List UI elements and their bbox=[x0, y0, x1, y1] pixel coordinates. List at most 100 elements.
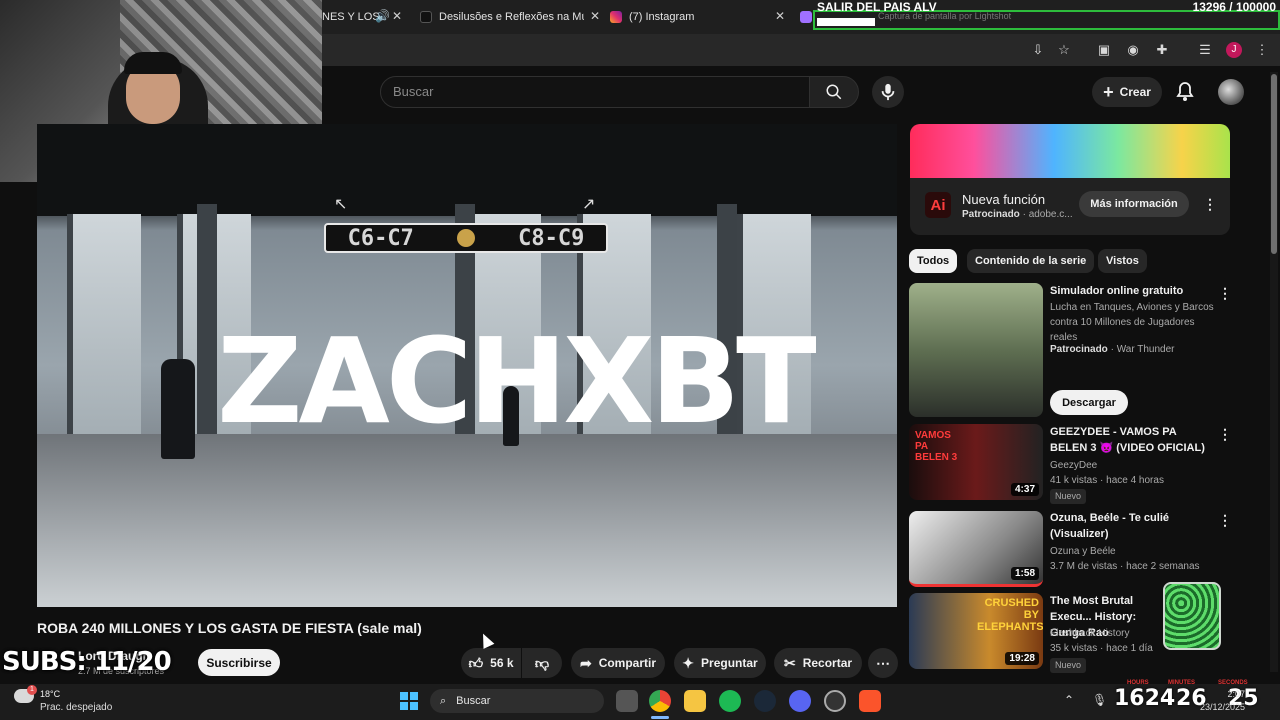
search-input[interactable] bbox=[380, 76, 810, 108]
subscribe-button[interactable]: Suscribirse bbox=[198, 649, 280, 676]
more-vert-icon[interactable]: ⋮ bbox=[1203, 195, 1217, 213]
rec-title[interactable]: Ozuna, Beéle - Te culié (Visualizer) bbox=[1050, 510, 1210, 542]
chevron-up-icon[interactable]: ⌃ bbox=[1064, 693, 1074, 707]
more-vert-icon[interactable]: ⋮ bbox=[1218, 284, 1232, 302]
arrow-up-right-icon: ↗ bbox=[582, 196, 596, 213]
plus-icon: + bbox=[1103, 81, 1114, 102]
system-time: 2:07 bbox=[1227, 689, 1246, 699]
close-icon[interactable]: ✕ bbox=[392, 9, 402, 23]
arrow-up-left-icon: ↖ bbox=[334, 196, 348, 213]
rec-title[interactable]: GEEZYDEE - VAMOS PA BELEN 3 👿 (VIDEO OFI… bbox=[1050, 424, 1210, 456]
ask-label: Preguntar bbox=[701, 656, 758, 670]
gate-sign: C6-C7 C8-C9 bbox=[324, 223, 608, 253]
windows-start-icon[interactable] bbox=[400, 692, 418, 710]
search-button[interactable] bbox=[809, 76, 859, 108]
more-vert-icon[interactable]: ⋮ bbox=[1218, 425, 1232, 443]
spotify-icon[interactable] bbox=[719, 690, 741, 712]
chrome-icon[interactable] bbox=[649, 690, 671, 712]
stream-subs-overlay: SUBS: 11/20 bbox=[2, 647, 172, 677]
ad-banner-image[interactable] bbox=[910, 124, 1230, 178]
page-scrollbar-thumb[interactable] bbox=[1271, 74, 1277, 254]
extension-icon[interactable]: ◉ bbox=[1125, 42, 1141, 58]
windows-taskbar bbox=[0, 684, 1280, 720]
like-button[interactable]: 👍︎ 56 k bbox=[461, 648, 521, 678]
ad-more-info-button[interactable]: Más información bbox=[1079, 191, 1189, 217]
obs-icon[interactable] bbox=[824, 690, 846, 712]
bookmark-star-icon[interactable]: ☆ bbox=[1056, 42, 1072, 58]
more-vert-icon[interactable]: ⋮ bbox=[1218, 511, 1232, 529]
search-icon: ⌕ bbox=[440, 694, 447, 707]
file-explorer-icon[interactable] bbox=[684, 690, 706, 712]
extension-icon[interactable]: ▣ bbox=[1096, 42, 1112, 58]
clip-label: Recortar bbox=[802, 656, 853, 670]
rec-meta: 41 k vistas · hace 4 horas bbox=[1050, 475, 1164, 486]
tab-other[interactable] bbox=[800, 6, 814, 28]
new-badge: Nuevo bbox=[1050, 658, 1087, 673]
person-silhouette bbox=[161, 359, 195, 459]
ask-button[interactable]: ✦ Preguntar bbox=[674, 648, 766, 678]
brave-icon[interactable] bbox=[859, 690, 881, 712]
rec-duration: 1:58 bbox=[1010, 567, 1039, 580]
reading-list-icon[interactable]: ☰ bbox=[1197, 42, 1213, 58]
thumbs-up-icon: 👍︎ bbox=[468, 654, 484, 671]
rec-sponsor: Patrocinado · War Thunder bbox=[1050, 344, 1175, 355]
sparkle-icon: ✦ bbox=[682, 654, 695, 671]
rec-thumbnail[interactable]: CRUSHED BY ELEPHANTS 19:28 bbox=[909, 593, 1043, 669]
video-window bbox=[67, 214, 141, 434]
close-icon[interactable]: ✕ bbox=[775, 9, 785, 23]
rec-title[interactable]: Simulador online gratuito bbox=[1050, 283, 1210, 299]
rec-thumbnail[interactable] bbox=[909, 283, 1043, 417]
account-avatar-icon[interactable]: J bbox=[1226, 42, 1242, 58]
ad-title: Nueva función bbox=[962, 192, 1046, 207]
share-button[interactable]: ➦ Compartir bbox=[571, 648, 665, 678]
dislike-button[interactable]: 👎︎ bbox=[522, 648, 562, 678]
rec-channel[interactable]: GeezyDee bbox=[1050, 458, 1215, 473]
install-icon[interactable]: ⇩ bbox=[1030, 42, 1046, 58]
new-badge: Nuevo bbox=[1050, 489, 1087, 504]
video-player[interactable]: ↖ ↗ C6-C7 C8-C9 ZACHXBT bbox=[37, 124, 897, 607]
more-dots-icon: ⋯ bbox=[876, 654, 890, 671]
chip-series[interactable]: Contenido de la serie bbox=[967, 249, 1095, 273]
rec-thumbnail-text: VAMOS PA BELEN 3 bbox=[915, 430, 958, 463]
rec-channel[interactable]: Ozuna y Beéle bbox=[1050, 544, 1215, 559]
taskbar-search[interactable]: ⌕ Buscar bbox=[430, 689, 604, 713]
chip-watched[interactable]: Vistos bbox=[1098, 249, 1147, 273]
ad-sponsored-label: Patrocinado bbox=[962, 209, 1020, 220]
microphone-icon[interactable]: 🎙︎ bbox=[1092, 693, 1107, 707]
video-floor bbox=[37, 434, 897, 607]
thumbs-down-icon: 👎︎ bbox=[534, 654, 550, 671]
create-button[interactable]: + Crear bbox=[1092, 77, 1162, 107]
weather-temp[interactable]: 18°C bbox=[40, 689, 60, 699]
tab-youtube[interactable]: NES Y LOS 🔊 ✕ bbox=[322, 6, 402, 28]
rec-description: Lucha en Tanques, Aviones y Barcos contr… bbox=[1050, 302, 1214, 343]
clip-button[interactable]: ✂ Recortar bbox=[774, 648, 862, 678]
rec-thumbnail[interactable]: 1:58 bbox=[909, 511, 1043, 587]
weather-description[interactable]: Prac. despejado bbox=[40, 702, 112, 713]
close-icon[interactable]: ✕ bbox=[590, 9, 600, 23]
rec-advertiser: War Thunder bbox=[1116, 344, 1175, 355]
lightshot-caption: Captura de pantalla por Lightshot bbox=[878, 11, 1012, 21]
avatar[interactable] bbox=[1218, 79, 1244, 105]
rec-meta: 3.7 M de vistas · hace 2 semanas bbox=[1050, 561, 1200, 572]
menu-dots-icon[interactable]: ⋮ bbox=[1254, 42, 1270, 58]
active-app-indicator bbox=[651, 716, 669, 719]
discord-icon[interactable] bbox=[789, 690, 811, 712]
chip-all[interactable]: Todos bbox=[909, 249, 958, 273]
tab-instagram[interactable]: (7) Instagram ✕ bbox=[610, 6, 785, 28]
rec-duration: 4:37 bbox=[1010, 483, 1039, 496]
pen-icon bbox=[800, 11, 812, 23]
rec-thumbnail-text: CRUSHED BY ELEPHANTS bbox=[977, 597, 1043, 633]
system-date: 23/12/2025 bbox=[1200, 702, 1246, 712]
task-view-icon[interactable] bbox=[616, 690, 638, 712]
rec-thumbnail[interactable]: VAMOS PA BELEN 3 4:37 bbox=[909, 424, 1043, 500]
notifications-button[interactable] bbox=[1174, 81, 1196, 103]
steam-icon[interactable] bbox=[754, 690, 776, 712]
puzzle-icon[interactable]: ✚ bbox=[1154, 42, 1170, 58]
download-button[interactable]: Descargar bbox=[1050, 390, 1128, 415]
voice-search-button[interactable] bbox=[872, 76, 904, 108]
more-actions-button[interactable]: ⋯ bbox=[868, 648, 898, 678]
speaker-icon[interactable]: 🔊 bbox=[375, 9, 390, 23]
tab-tiktok[interactable]: Desilusões e Reflexões na Músi ✕ bbox=[420, 6, 600, 28]
system-clock[interactable]: 2:07 23/12/2025 bbox=[1200, 688, 1245, 714]
rec-sponsored-label: Patrocinado bbox=[1050, 344, 1108, 355]
